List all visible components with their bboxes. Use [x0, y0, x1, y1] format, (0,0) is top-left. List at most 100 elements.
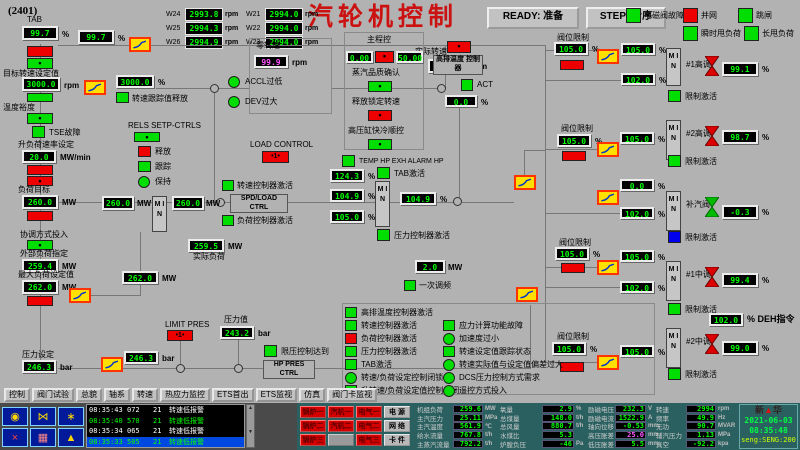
- unit-nav-button[interactable]: 电气一: [356, 406, 382, 418]
- mimic-nav-icon[interactable]: ⋈: [30, 407, 56, 426]
- ready-button[interactable]: READY: 准备: [487, 7, 579, 29]
- mimic-nav-icon[interactable]: ▲: [58, 428, 84, 447]
- act-box: [461, 79, 473, 91]
- toolbar-button[interactable]: 轴系: [104, 388, 130, 402]
- unit-nav-button[interactable]: 锅炉一: [300, 406, 326, 418]
- limit-active-box: [668, 90, 681, 102]
- connector-line: [214, 88, 215, 202]
- steam-quality-box[interactable]: [368, 81, 392, 92]
- load-target-label: 负荷目标: [18, 186, 50, 194]
- mimic-nav-icon[interactable]: ◉: [2, 407, 28, 426]
- plant-status-unit: rpm: [716, 406, 729, 412]
- toolbar-button[interactable]: 控制: [4, 388, 30, 402]
- event-row[interactable]: 08:35:33 505 21 转速低报警: [87, 437, 244, 448]
- ramp-curve-icon[interactable]: [69, 288, 91, 303]
- session-code: seng:SENG:200: [740, 436, 797, 445]
- mimic-nav-icon[interactable]: ×: [2, 428, 28, 447]
- event-row[interactable]: 08:35:34 065 21 转速低报警: [87, 426, 244, 437]
- ramp-curve-icon[interactable]: [101, 357, 123, 372]
- connector-line: [546, 80, 621, 81]
- connector-line: [91, 295, 140, 296]
- release-box[interactable]: [138, 146, 151, 157]
- zero-speed-display: 99.9: [254, 55, 288, 68]
- event-code: 072: [127, 406, 153, 414]
- status-lamp-icon: [345, 372, 357, 384]
- plant-status-unit: t/h: [483, 432, 492, 438]
- pressure-value-display: 243.2: [220, 326, 254, 339]
- mimic-nav-icon[interactable]: ∗: [58, 407, 84, 426]
- speed-track-release-box[interactable]: [116, 92, 129, 103]
- plant-status-unit: t/h: [574, 415, 583, 421]
- toolbar-button[interactable]: 阀门试验: [32, 388, 74, 402]
- toolbar-button[interactable]: 仿真: [299, 388, 325, 402]
- track-box[interactable]: [138, 161, 151, 172]
- event-code: 570: [127, 417, 153, 425]
- unit-label: %: [658, 253, 665, 262]
- toolbar-button[interactable]: 转速: [132, 388, 158, 402]
- speed-label: W22: [246, 25, 263, 32]
- limit-reach-box: [264, 345, 277, 357]
- unit-nav-button[interactable]: 汽机一: [328, 406, 354, 418]
- event-row[interactable]: 08:35:43 072 21 转速低报警: [87, 405, 244, 416]
- speed-readout: W25 2994.3 rpm: [166, 22, 238, 34]
- limit-active-label: 限制激活: [685, 93, 717, 101]
- ramp-curve-icon[interactable]: [597, 142, 619, 157]
- unit-nav-button[interactable]: 锅炉三: [300, 434, 326, 446]
- plant-status-value: 25.0: [615, 431, 646, 439]
- min-selector-block: M I N: [666, 261, 681, 301]
- unit-nav-button[interactable]: 电 源: [384, 406, 410, 418]
- primary-freq-display: 2.0: [415, 260, 445, 273]
- status-lamp-icon: [443, 333, 455, 345]
- pressure-set2-display: 246.3: [124, 351, 158, 364]
- plant-status-value: -46: [542, 440, 574, 448]
- unit-label: MW: [448, 263, 462, 272]
- toolbar-button[interactable]: 热应力监控: [160, 388, 210, 402]
- temp-alarm-label: TEMP HP EXH ALARM HP: [359, 158, 444, 165]
- status-label: 转速/负荷设定控制闭锁: [361, 372, 443, 383]
- toolbar-button[interactable]: 总貌: [76, 388, 102, 402]
- event-list[interactable]: 08:35:43 072 21 转速低报警 08:35:40 570 21 转速…: [86, 404, 245, 448]
- unit-nav-button[interactable]: 电气二: [356, 420, 382, 432]
- status-box[interactable]: [27, 113, 53, 124]
- unit-nav-button[interactable]: 电气三: [356, 434, 382, 446]
- valve-limit-display: 105.0: [554, 42, 588, 55]
- mimic-nav-icon[interactable]: ▦: [30, 428, 56, 447]
- hp-fast-cool-box[interactable]: [368, 139, 392, 150]
- unit-nav-button[interactable]: 卡 件: [384, 434, 410, 446]
- toolbar-button[interactable]: ETS首出: [212, 388, 254, 402]
- ramp-curve-icon[interactable]: [129, 37, 151, 52]
- connector-line: [462, 202, 514, 203]
- limit-pres-box[interactable]: •1•: [167, 330, 193, 341]
- hold-lamp-icon[interactable]: [138, 176, 150, 188]
- ramp-curve-icon[interactable]: [84, 80, 106, 95]
- indicator-lamp-icon: [744, 26, 759, 41]
- status-box[interactable]: [27, 58, 53, 69]
- toolbar-button[interactable]: 阀门卡监视: [327, 388, 377, 402]
- unit-nav-button[interactable]: [328, 434, 354, 446]
- toolbar-button[interactable]: ETS监视: [256, 388, 298, 402]
- unit-nav-button[interactable]: 网 络: [384, 420, 410, 432]
- tab-active-label: TAB激活: [394, 170, 425, 178]
- ramp-curve-icon[interactable]: [597, 49, 619, 64]
- master-status-box[interactable]: [375, 51, 394, 63]
- plant-status-value: 792.2: [453, 440, 483, 448]
- event-scrollbar[interactable]: ▲▼: [246, 404, 255, 448]
- hp-exh-status-box[interactable]: [447, 41, 471, 53]
- ramp-curve-icon[interactable]: [514, 175, 536, 190]
- event-row[interactable]: 08:35:40 570 21 转速低报警: [87, 416, 244, 427]
- unit-nav-button[interactable]: 汽机二: [328, 420, 354, 432]
- actual-load-label: 实际负荷: [193, 253, 225, 261]
- load-control-box[interactable]: •1•: [262, 151, 289, 163]
- rels-status-box[interactable]: [134, 132, 160, 142]
- ramp-curve-icon[interactable]: [597, 190, 619, 205]
- unit-label: %: [440, 195, 447, 204]
- ramp-curve-icon[interactable]: [597, 260, 619, 275]
- plant-status-label: 主蒸汽流量: [417, 439, 453, 449]
- release-locked-speed-box[interactable]: [368, 110, 392, 121]
- unit-nav-button[interactable]: 锅炉二: [300, 420, 326, 432]
- limit-active-label: 限制激活: [685, 158, 717, 166]
- limit-active-box: [668, 155, 681, 167]
- status-lamp-icon: [345, 346, 357, 357]
- status-lamp-icon: [345, 333, 357, 344]
- ramp-curve-icon[interactable]: [516, 287, 538, 302]
